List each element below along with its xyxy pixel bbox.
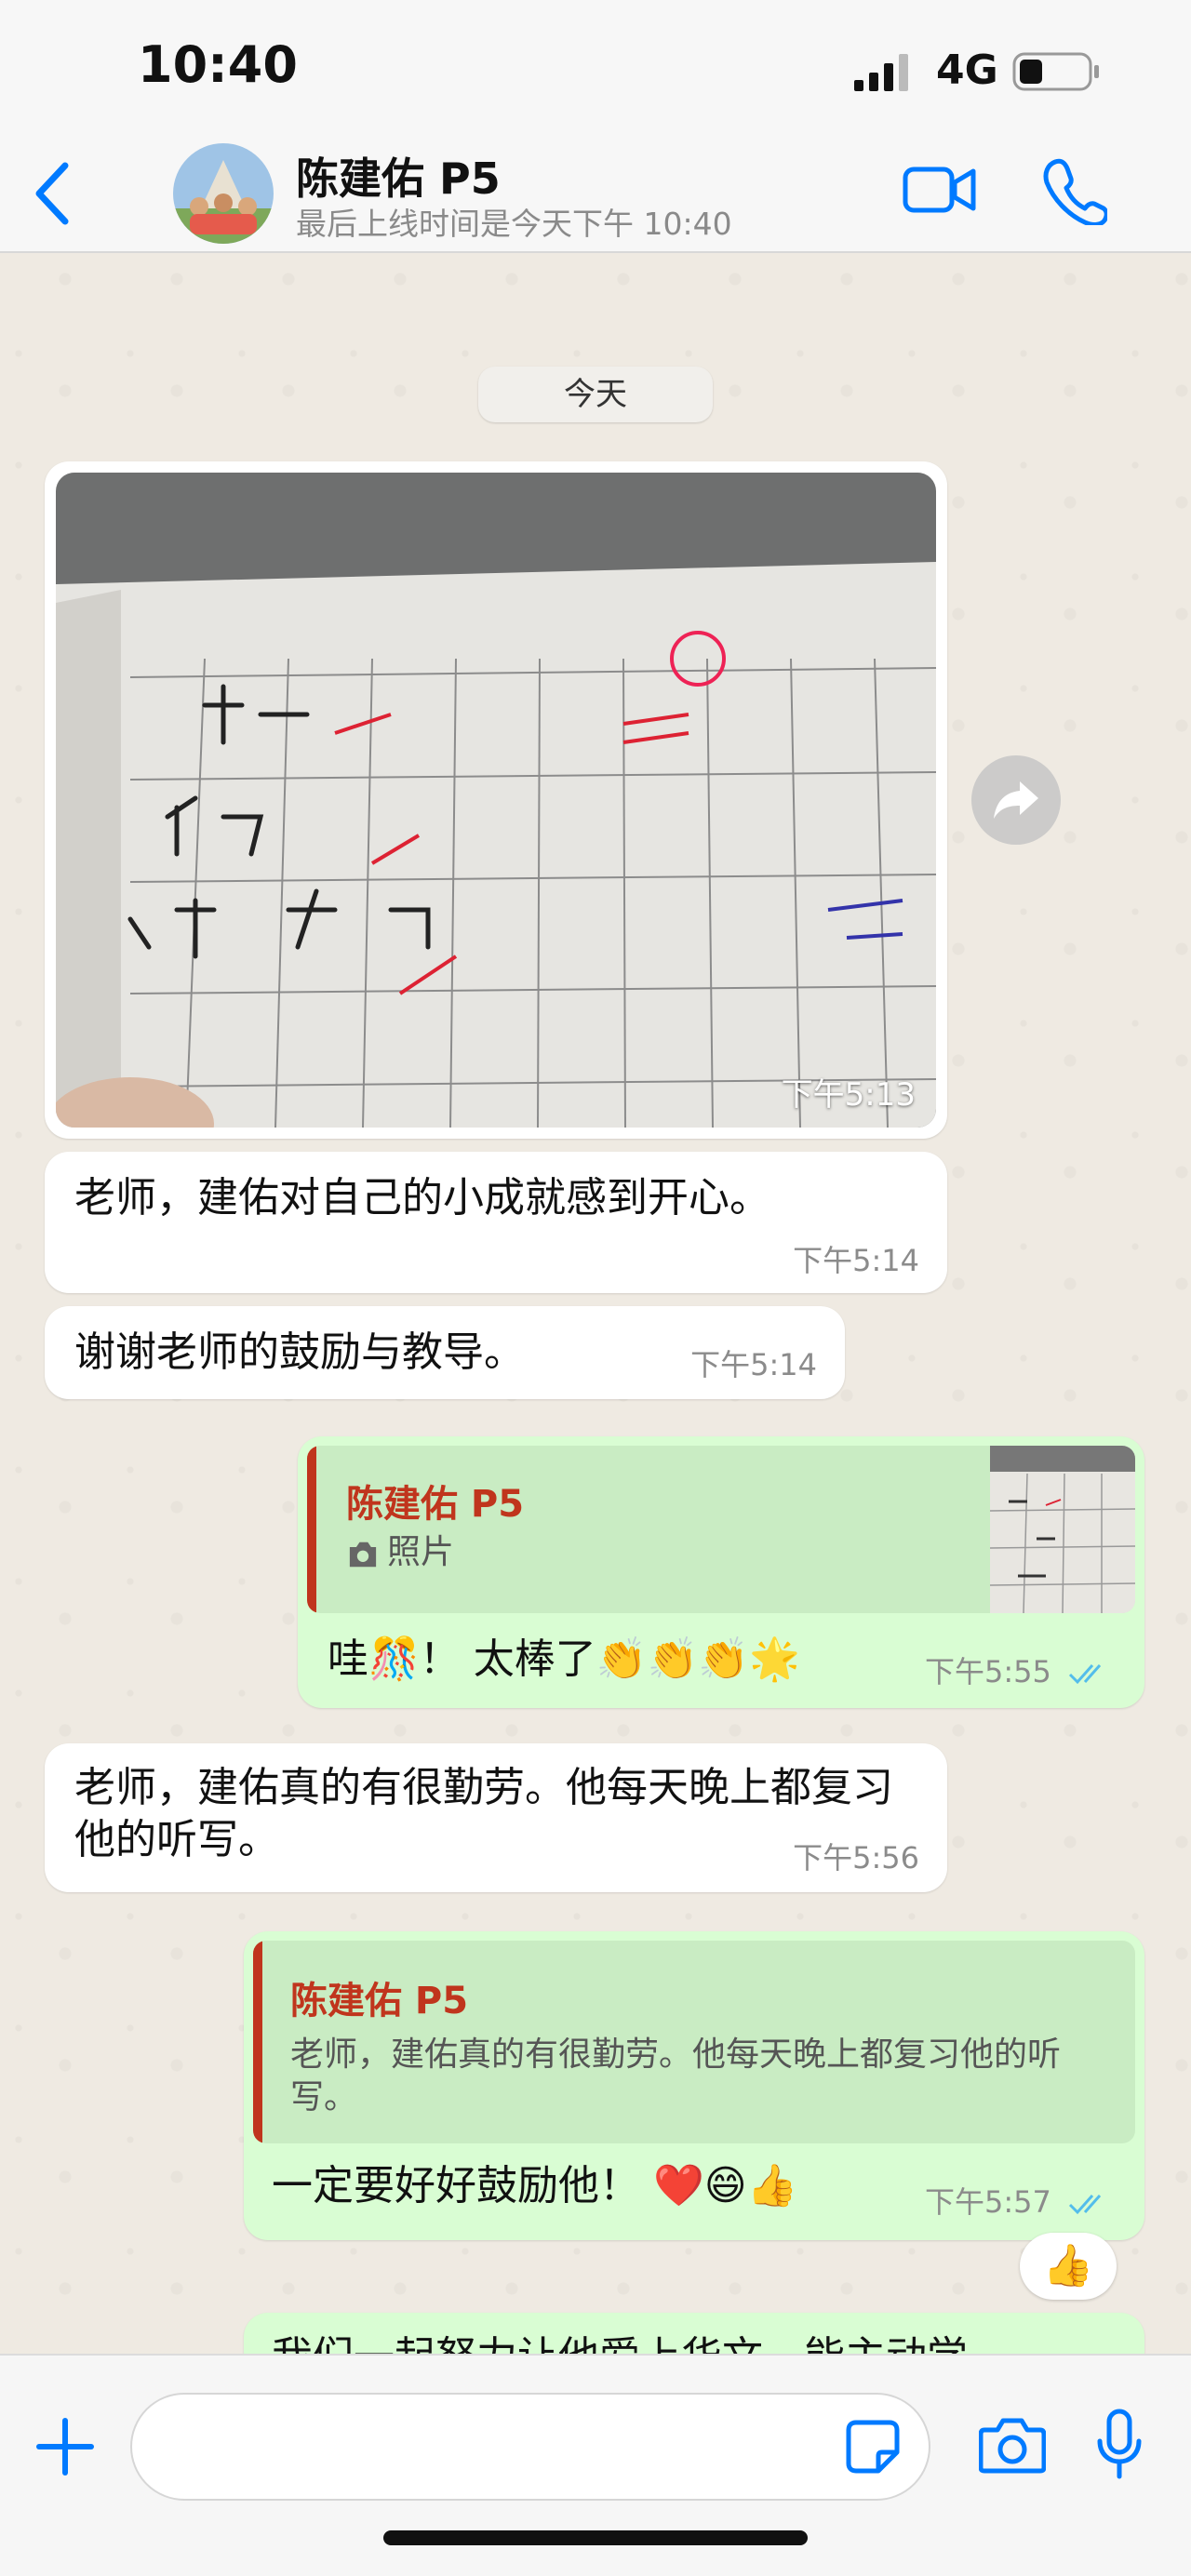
message-time: 下午5:57 xyxy=(925,2179,1111,2222)
message-text: 谢谢老师的鼓励与教导。 xyxy=(74,1328,525,1376)
sticker-icon[interactable] xyxy=(845,2419,901,2475)
message-input[interactable] xyxy=(130,2393,930,2501)
dictation-photo[interactable] xyxy=(56,473,936,1128)
message-text: 一定要好好鼓励他！ ❤️😄👍 xyxy=(272,2162,798,2209)
message-bubble[interactable]: 谢谢老师的鼓励与教导。 下午5:14 xyxy=(45,1306,845,1399)
quote-bar xyxy=(253,1941,262,2143)
call-icon[interactable] xyxy=(1042,156,1107,225)
quote-thumbnail[interactable] xyxy=(990,1446,1135,1613)
home-indicator[interactable] xyxy=(383,2530,808,2545)
message-text: 老师，建佑对自己的小成就感到开心。 xyxy=(74,1174,770,1221)
message-bubble[interactable]: 老师，建佑真的有很勤劳。他每天晚上都复习他的听写。 下午5:56 xyxy=(45,1743,947,1892)
quote-sender: 陈建佑 P5 xyxy=(346,1483,525,1526)
message-bubble[interactable]: 老师，建佑对自己的小成就感到开心。 下午5:14 xyxy=(45,1152,947,1293)
quote-text: 老师，建佑真的有很勤劳。他每天晚上都复习他的听写。 xyxy=(290,2035,1062,2116)
message-time-label: 下午5:57 xyxy=(924,2184,1051,2220)
back-icon[interactable] xyxy=(30,158,76,229)
reply-message[interactable]: 陈建佑 P5 老师，建佑真的有很勤劳。他每天晚上都复习他的听写。 一定要好好鼓励… xyxy=(244,1931,1144,2240)
chat-header: 陈建佑 P5 最后上线时间是今天下午 10:40 xyxy=(0,140,1191,253)
reply-message[interactable]: 陈建佑 P5 照片 哇🎊！ 太棒了👏👏👏🌟 下午5:55 xyxy=(298,1436,1144,1708)
message-time: 下午5:55 xyxy=(925,1648,1111,1691)
video-icon[interactable] xyxy=(903,162,977,218)
quote-sender: 陈建佑 P5 xyxy=(290,1980,469,2022)
message-time: 下午5:14 xyxy=(690,1347,817,1382)
quote-bar xyxy=(307,1446,316,1613)
quoted-message[interactable]: 陈建佑 P5 照片 xyxy=(307,1446,1135,1613)
message-time: 下午5:56 xyxy=(793,1840,919,1875)
message-text: 老师，建佑真的有很勤劳。他每天晚上都复习他的听写。 xyxy=(74,1764,893,1863)
read-receipt-icon xyxy=(1068,2195,1102,2215)
quote-text: 照片 xyxy=(387,1533,455,1571)
camera-icon[interactable] xyxy=(979,2415,1046,2475)
contact-status: 最后上线时间是今天下午 10:40 xyxy=(296,206,732,242)
plus-icon[interactable] xyxy=(35,2417,95,2476)
message-text: 哇🎊！ 太棒了👏👏👏🌟 xyxy=(328,1635,800,1683)
contact-name[interactable]: 陈建佑 P5 xyxy=(296,145,501,207)
battery-icon xyxy=(1012,52,1099,91)
signal-icon xyxy=(854,54,908,91)
message-time-label: 下午5:55 xyxy=(924,1654,1051,1689)
message-time: 下午5:13 xyxy=(781,1076,916,1114)
day-separator: 今天 xyxy=(478,367,713,422)
forward-icon[interactable] xyxy=(971,755,1061,845)
avatar[interactable] xyxy=(173,143,274,244)
read-receipt-icon xyxy=(1068,1664,1102,1685)
mic-icon[interactable] xyxy=(1096,2408,1143,2482)
status-time: 10:40 xyxy=(138,35,298,94)
photo-message[interactable]: 下午5:13 xyxy=(45,461,947,1139)
camera-small-icon xyxy=(349,1542,377,1568)
message-time: 下午5:14 xyxy=(793,1243,919,1278)
network-label: 4G xyxy=(936,47,998,94)
quoted-message[interactable]: 陈建佑 P5 老师，建佑真的有很勤劳。他每天晚上都复习他的听写。 xyxy=(253,1941,1135,2143)
status-bar: 10:40 4G xyxy=(0,0,1191,140)
reaction-badge[interactable]: 👍 xyxy=(1020,2233,1117,2300)
